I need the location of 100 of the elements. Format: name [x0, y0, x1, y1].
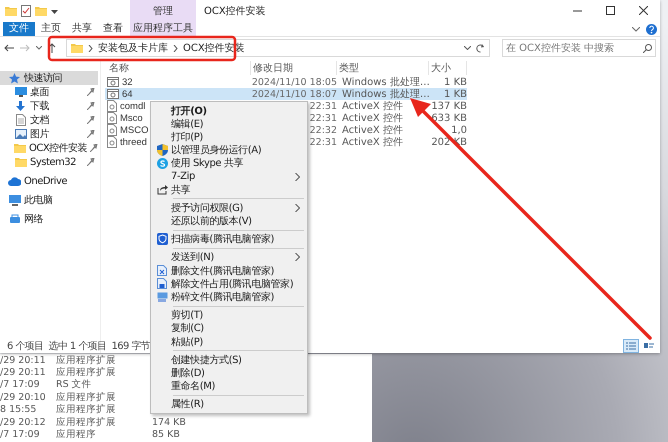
menu-item[interactable]: 7-Zip — [151, 170, 307, 184]
file-size: 1,0 — [451, 124, 467, 136]
column-header[interactable]: 类型 — [337, 61, 429, 75]
menu-item[interactable]: 复制(C) — [151, 322, 307, 335]
file-type: 应用程序扩展 — [56, 354, 116, 366]
modified-date: /7 17:09 — [0, 379, 40, 390]
menu-item[interactable]: 粉碎文件(腾讯电脑管家) — [151, 290, 307, 304]
back-arrow-icon[interactable] — [4, 44, 14, 52]
menu-item[interactable]: 重命名(M) — [151, 380, 307, 393]
file-type: Windows 批处理… — [342, 77, 430, 88]
file-name: Msco — [120, 112, 143, 124]
modified-date: /7 17:09 — [0, 429, 40, 440]
menu-item[interactable]: 扫描病毒(腾讯电脑管家) — [151, 232, 307, 246]
ribbon-tab[interactable]: 主页 — [36, 22, 66, 36]
modified-date: 22:31 — [310, 112, 337, 124]
menu-item[interactable]: 授予访问权限(G) — [151, 201, 307, 214]
close-icon[interactable] — [639, 6, 648, 15]
sidebar-item[interactable]: 下载 — [0, 99, 98, 113]
menu-item[interactable]: 发送到(N) — [151, 250, 307, 264]
file-name: 64 — [122, 88, 133, 100]
file-icon — [107, 136, 117, 148]
sidebar-item[interactable]: 文档 — [0, 113, 98, 127]
caret-down-icon[interactable] — [51, 8, 58, 14]
up-arrow-icon[interactable] — [48, 43, 56, 53]
desktop-icon — [14, 87, 26, 97]
modified-date: /29 20:12 — [0, 416, 46, 428]
file-size: 85 KB — [152, 429, 180, 440]
file-name: threed — [120, 136, 147, 148]
file-type: 应用程序扩展 — [56, 367, 116, 378]
maximize-icon[interactable] — [606, 6, 615, 15]
modified-date: /29 20:10 — [0, 392, 46, 403]
modified-date: 22:31 — [310, 100, 337, 112]
file-type: ActiveX 控件 — [342, 125, 403, 136]
modified-date: 8 15:55 — [0, 404, 36, 416]
menu-item[interactable]: 还原以前的版本(V) — [151, 214, 307, 228]
menu-item[interactable]: 打开(O) — [151, 104, 307, 118]
column-header[interactable]: 大小 — [429, 61, 467, 75]
sidebar-item[interactable]: 快速访问 — [0, 71, 98, 85]
menu-item[interactable]: 删除文件(腾讯电脑管家) — [151, 264, 307, 278]
sidebar-item[interactable]: 桌面 — [0, 85, 98, 99]
folder-icon — [14, 157, 26, 167]
ribbon-tab[interactable]: 共享 — [67, 22, 97, 36]
menu-item[interactable]: 编辑(E) — [151, 117, 307, 130]
sidebar-item[interactable]: 网络 — [0, 212, 98, 226]
column-header[interactable]: 修改日期 — [251, 61, 337, 75]
ribbon-tab[interactable]: 查看 — [98, 22, 128, 36]
sidebar-item[interactable]: 图片 — [0, 127, 98, 141]
file-icon — [107, 124, 117, 136]
chevron-down-icon[interactable] — [632, 26, 640, 32]
file-name: 32 — [122, 76, 133, 88]
shield-icon — [156, 233, 168, 246]
menu-item[interactable]: 使用 Skype 共享 — [151, 156, 307, 170]
file-type: Windows 批处理… — [342, 89, 430, 100]
selection-size: 169 字节 — [111, 340, 150, 352]
file-type: 应用程序扩展 — [56, 416, 116, 428]
folder-icon — [35, 6, 47, 16]
menu-item[interactable]: 删除(D) — [151, 366, 307, 380]
file-type: ActiveX 控件 — [342, 137, 403, 148]
help-icon[interactable] — [646, 24, 657, 34]
selected-row-highlight[interactable]: 64 2024/11/10 18:07 Windows 批处理… 1 KB — [105, 88, 467, 100]
menu-item[interactable]: 粘贴(P) — [151, 335, 307, 348]
file-icon — [157, 265, 167, 276]
file-size: 174 KB — [152, 416, 186, 428]
details-view-icon[interactable] — [624, 340, 638, 352]
breadcrumb[interactable]: 安装包及卡片库 — [98, 41, 168, 55]
context-tab-header: 管理 — [130, 0, 196, 22]
refresh-icon[interactable] — [476, 44, 485, 52]
file-icon — [107, 76, 119, 88]
file-type: ActiveX 控件 — [342, 113, 403, 124]
sidebar-item[interactable]: OCX控件安装 — [0, 141, 98, 155]
menu-item[interactable]: 打印(P) — [151, 130, 307, 144]
menu-item[interactable]: 属性(R) — [151, 398, 307, 411]
menu-item[interactable]: 创建快捷方式(S) — [151, 353, 307, 366]
menu-item[interactable]: 共享 — [151, 183, 307, 196]
file-icon — [156, 292, 168, 302]
cloud-icon — [8, 176, 21, 186]
picture-icon — [14, 129, 26, 139]
file-name: comdl — [120, 100, 146, 112]
file-type: ActiveX 控件 — [342, 101, 403, 112]
menu-item[interactable]: 剪切(T) — [151, 308, 307, 322]
shield-icon — [156, 144, 168, 156]
caret-down-icon[interactable] — [464, 46, 471, 50]
file-icon — [107, 88, 119, 100]
sidebar-item[interactable]: OneDrive — [0, 174, 98, 188]
modified-date: 2024/11/10 18:07 — [252, 88, 337, 100]
checklist-icon[interactable] — [21, 5, 31, 17]
column-header[interactable]: 名称 — [107, 61, 251, 75]
modified-date: 2024/11/10 18:05 — [252, 76, 337, 88]
chevron-right-icon — [173, 44, 178, 52]
menu-item[interactable]: 以管理员身份运行(A) — [151, 144, 307, 157]
file-size: 1 KB — [444, 76, 467, 88]
caret-down-icon[interactable] — [36, 46, 42, 50]
menu-item[interactable]: 解除文件占用(腾讯电脑管家) — [151, 277, 307, 290]
ribbon-tab[interactable]: 应用程序工具 — [131, 22, 195, 36]
modified-date: 22:31 — [310, 136, 337, 148]
monitor-icon — [8, 194, 20, 206]
sidebar-item[interactable]: 此电脑 — [0, 193, 98, 207]
circle-logo-icon — [156, 158, 168, 169]
ribbon-tab[interactable]: 文件 — [3, 22, 35, 36]
sidebar-item[interactable]: System32 — [0, 155, 98, 169]
